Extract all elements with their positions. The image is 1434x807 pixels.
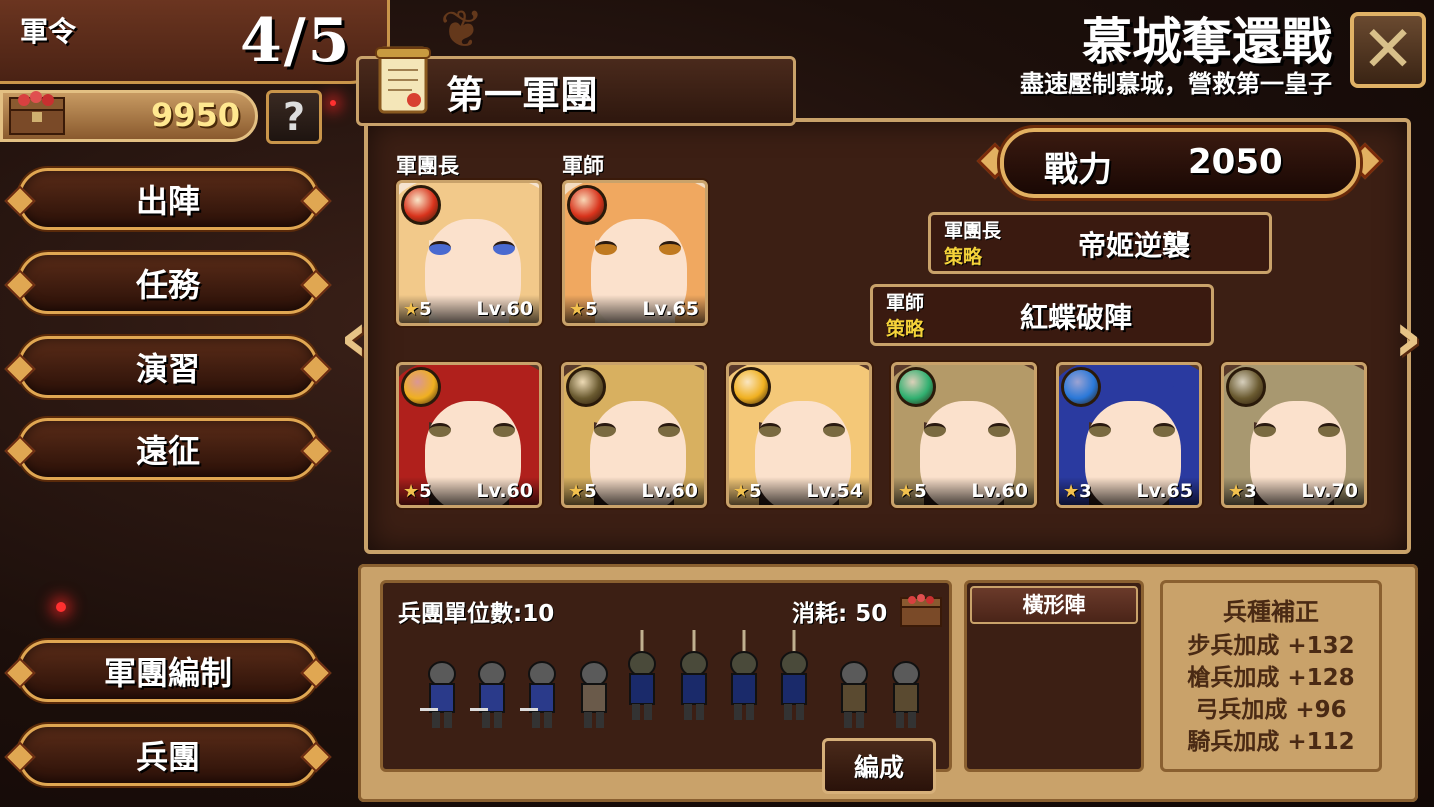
formation-button[interactable]: 編成 <box>822 738 936 794</box>
star-icon: ★ <box>898 481 915 502</box>
mission-button[interactable]: 任務 <box>18 252 318 314</box>
star-rating: ★5 <box>568 481 597 502</box>
strategy-name: 帝姬逆襲 <box>1078 229 1191 262</box>
prev-legion-arrow[interactable]: ‹ <box>334 292 374 382</box>
water-icon <box>1061 367 1101 407</box>
formation-name[interactable]: 橫形陣 <box>970 586 1138 624</box>
star-rating: ★3 <box>1063 481 1092 502</box>
strategist-portrait[interactable]: ★5 Lv.65 <box>562 180 708 326</box>
legion-edit-label: 軍團編制 <box>103 654 232 692</box>
star-icon: ★ <box>733 481 750 502</box>
strategy-tag: 策略 <box>886 318 925 340</box>
order-label: 軍令 <box>20 15 77 48</box>
bonus-row: 騎兵加成 +112 <box>1187 729 1355 755</box>
light-icon <box>731 367 771 407</box>
star-rating: ★3 <box>1228 481 1257 502</box>
chevron-left-icon: ‹ <box>339 296 369 378</box>
earth-icon <box>1226 367 1266 407</box>
star-icon: ★ <box>1228 481 1245 502</box>
soldier-sprite <box>420 661 456 728</box>
earth-icon <box>566 367 606 407</box>
chevron-right-icon: › <box>1393 296 1423 378</box>
gold-value: 9950 <box>150 96 240 134</box>
member-portrait[interactable]: ★5 Lv.60 <box>561 362 707 508</box>
member-portrait[interactable]: ★3 Lv.70 <box>1221 362 1367 508</box>
leader-portrait[interactable]: ★5 Lv.60 <box>396 180 542 326</box>
sortie-label: 出陣 <box>135 182 200 220</box>
level-label: Lv.60 <box>476 480 533 502</box>
star-icon: ★ <box>403 299 420 320</box>
strategy-tag: 策略 <box>944 246 983 268</box>
troops-label: 兵團 <box>135 738 200 776</box>
ornament-decoration: ❦ <box>440 0 484 60</box>
strategy-role: 軍團長 <box>944 220 1002 242</box>
fire-icon <box>401 185 441 225</box>
level-label: Lv.60 <box>971 480 1028 502</box>
soldier-sprite <box>520 661 556 728</box>
treasure-chest-icon <box>9 91 65 135</box>
soldier-sprite <box>628 630 656 720</box>
ember-glow <box>56 602 66 612</box>
star-icon: ★ <box>568 481 585 502</box>
star-icon: ★ <box>403 481 420 502</box>
member-portrait[interactable]: ★5 Lv.60 <box>396 362 542 508</box>
ember-glow <box>330 100 336 106</box>
soldier-sprite <box>730 630 758 720</box>
leader-label: 軍團長 <box>396 154 459 178</box>
bonus-title: 兵種補正 <box>1223 598 1319 626</box>
troop-count: 兵團單位數:10 <box>398 601 555 627</box>
level-label: Lv.60 <box>476 298 533 320</box>
troop-cost: 消耗: 50 <box>792 601 888 627</box>
strategy-name: 紅蝶破陣 <box>1020 301 1133 334</box>
star-rating: ★5 <box>403 299 432 320</box>
soldier-sprite <box>470 661 506 728</box>
soldier-sprite <box>840 661 868 728</box>
scroll-icon <box>375 46 431 114</box>
bonus-row: 步兵加成 +132 <box>1187 633 1355 659</box>
bonus-row: 弓兵加成 +96 <box>1195 697 1347 723</box>
power-value: 2050 <box>1188 142 1283 182</box>
star-icon: ★ <box>569 299 586 320</box>
next-legion-arrow[interactable]: › <box>1388 292 1428 382</box>
help-button[interactable]: ? <box>266 90 322 144</box>
drill-button[interactable]: 演習 <box>18 336 318 398</box>
legion-edit-button[interactable]: 軍團編制 <box>18 640 318 702</box>
strategy-role: 軍師 <box>886 292 925 314</box>
member-portrait[interactable]: ★5 Lv.60 <box>891 362 1037 508</box>
level-label: Lv.65 <box>642 298 699 320</box>
soldier-sprite <box>780 630 808 720</box>
level-label: Lv.54 <box>806 480 863 502</box>
star-rating: ★5 <box>733 481 762 502</box>
member-portrait[interactable]: ★5 Lv.54 <box>726 362 872 508</box>
star-rating: ★5 <box>403 481 432 502</box>
star-rating: ★5 <box>569 299 598 320</box>
star-icon: ★ <box>1063 481 1080 502</box>
stage-subtitle: 盡速壓制慕城，營救第一皇子 <box>1020 70 1332 98</box>
light-icon <box>401 367 441 407</box>
member-portrait[interactable]: ★3 Lv.65 <box>1056 362 1202 508</box>
expedition-button[interactable]: 遠征 <box>18 418 318 480</box>
wind-icon <box>896 367 936 407</box>
bonus-row: 槍兵加成 +128 <box>1187 665 1355 691</box>
level-label: Lv.60 <box>641 480 698 502</box>
troops-button[interactable]: 兵團 <box>18 724 318 786</box>
star-rating: ★5 <box>898 481 927 502</box>
soldier-sprite <box>680 630 708 720</box>
power-label: 戰力 <box>1044 150 1112 190</box>
drill-label: 演習 <box>135 350 200 388</box>
level-label: Lv.65 <box>1136 480 1193 502</box>
soldier-sprite <box>580 661 608 728</box>
strategist-label: 軍師 <box>562 154 604 178</box>
fire-icon <box>567 185 607 225</box>
legion-name: 第一軍團 <box>446 73 599 117</box>
close-icon: ✕ <box>1361 13 1415 87</box>
level-label: Lv.70 <box>1301 480 1358 502</box>
sortie-button[interactable]: 出陣 <box>18 168 318 230</box>
treasure-chest-icon <box>900 594 942 627</box>
mission-label: 任務 <box>135 266 200 304</box>
order-count: 4/5 <box>240 6 352 76</box>
close-button[interactable]: ✕ <box>1350 12 1426 88</box>
expedition-label: 遠征 <box>135 432 200 470</box>
soldier-sprite <box>892 661 920 728</box>
